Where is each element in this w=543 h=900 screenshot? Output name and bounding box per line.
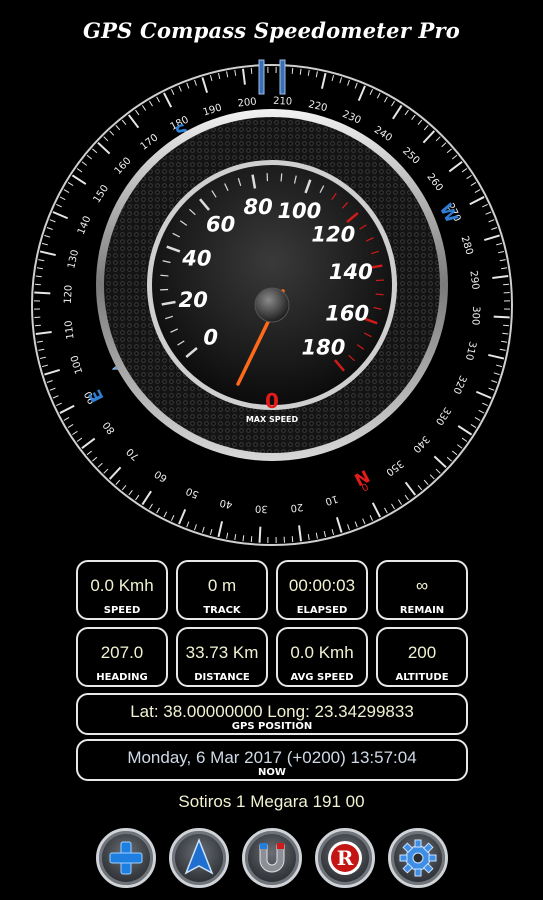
compass-tick — [250, 536, 253, 543]
track-label: TRACK — [203, 605, 241, 616]
altitude-value: 200 — [407, 643, 437, 662]
compass-tick — [34, 283, 41, 286]
speed-tick — [160, 274, 169, 277]
compass-degree-label: 30 — [255, 502, 268, 514]
compass-degree-label: 210 — [273, 96, 293, 108]
avg-speed-value: 0.0 Kmh — [290, 643, 354, 662]
stat-tile-speed[interactable]: 0.0 Kmh SPEED — [76, 560, 168, 620]
altitude-label: ALTITUDE — [395, 672, 449, 683]
compass-tick — [250, 67, 253, 74]
speed-scale-label: 120 — [311, 223, 355, 247]
magnet-button[interactable] — [242, 828, 302, 888]
distance-value: 33.73 Km — [185, 643, 259, 662]
compass-degree-label: 200 — [237, 96, 257, 109]
compass-degree-label: 120 — [63, 285, 75, 305]
max-speed-value: 0 — [265, 389, 279, 413]
stat-tile-altitude[interactable]: 200 ALTITUDE — [376, 627, 468, 687]
compass-tick — [258, 526, 262, 543]
needle-hub — [254, 287, 290, 323]
remain-value: ∞ — [415, 576, 429, 595]
stat-tile-heading[interactable]: 207.0 HEADING — [76, 627, 168, 687]
track-value: 0 m — [207, 576, 237, 595]
compass-degree-label: 290 — [467, 270, 480, 290]
stat-tile-remain[interactable]: ∞ REMAIN — [376, 560, 468, 620]
compass-dial: 0102030405060708090100110120130140150160… — [31, 59, 513, 546]
speed-value: 0.0 Kmh — [90, 576, 154, 595]
speed-tick — [280, 173, 283, 182]
speed-scale-label: 60 — [206, 213, 235, 237]
settings-gear-icon — [399, 839, 437, 877]
stat-tile-avg-speed[interactable]: 0.0 Kmh AVG SPEED — [276, 627, 368, 687]
stat-tile-distance[interactable]: 33.73 Km DISTANCE — [176, 627, 268, 687]
gps-position-panel[interactable]: Lat: 38.00000000 Long: 23.34299833 GPS P… — [76, 693, 468, 735]
record-button[interactable]: R — [315, 828, 375, 888]
speed-scale-label: 180 — [302, 335, 346, 359]
svg-text:R: R — [337, 846, 354, 870]
max-speed-label: MAX SPEED — [246, 415, 299, 424]
speed-scale-label: 40 — [181, 247, 211, 271]
compass-degree-label: 110 — [63, 320, 76, 340]
remain-label: REMAIN — [399, 605, 445, 616]
gps-position-value: Lat: 38.00000000 Long: 23.34299833 — [130, 702, 414, 721]
compass-degree-label: 20 — [290, 501, 304, 513]
stat-tile-track[interactable]: 0 m TRACK — [176, 560, 268, 620]
elapsed-value: 00:00:03 — [288, 576, 356, 595]
distance-label: DISTANCE — [194, 672, 250, 683]
navigation-button[interactable] — [169, 828, 229, 888]
speed-label: SPEED — [103, 605, 141, 616]
elapsed-label: ELAPSED — [296, 605, 348, 616]
speed-scale-label: 20 — [179, 288, 208, 312]
plus-icon — [109, 841, 143, 875]
address-text: Sotiros 1 Megara 191 00 — [178, 792, 365, 811]
heading-marker — [258, 59, 265, 95]
magnet-icon — [259, 843, 285, 873]
speed-scale-label: 80 — [243, 195, 272, 219]
now-label: NOW — [258, 767, 286, 778]
compass-tick — [34, 291, 51, 295]
compass-tick — [34, 324, 41, 327]
speed-scale-label: 140 — [329, 260, 373, 284]
compass-tick — [291, 536, 294, 543]
compass-tick — [503, 324, 510, 327]
now-value: Monday, 6 Mar 2017 (+0200) 13:57:04 — [127, 748, 417, 767]
compass-tick — [291, 67, 294, 74]
stat-tile-elapsed[interactable]: 00:00:03 ELAPSED — [276, 560, 368, 620]
heading-marker-2 — [279, 59, 286, 95]
add-button[interactable] — [96, 828, 156, 888]
compass-tick — [493, 315, 510, 319]
heading-label: HEADING — [96, 672, 148, 683]
settings-button[interactable] — [388, 828, 448, 888]
now-panel[interactable]: Monday, 6 Mar 2017 (+0200) 13:57:04 NOW — [76, 739, 468, 781]
speed-scale-label: 0 — [203, 325, 218, 349]
app-title: GPS Compass Speedometer Pro — [83, 18, 460, 43]
gps-position-label: GPS POSITION — [231, 721, 313, 732]
record-icon: R — [328, 841, 362, 875]
compass-tick — [503, 283, 510, 286]
speed-scale-label: 100 — [277, 199, 321, 223]
speed-tick — [375, 293, 384, 296]
compass-degree-label: 300 — [469, 306, 481, 326]
navigation-arrow-icon — [184, 837, 214, 875]
avg-speed-label: AVG SPEED — [290, 672, 354, 683]
speed-scale-label: 160 — [325, 301, 369, 325]
heading-value: 207.0 — [100, 643, 144, 662]
